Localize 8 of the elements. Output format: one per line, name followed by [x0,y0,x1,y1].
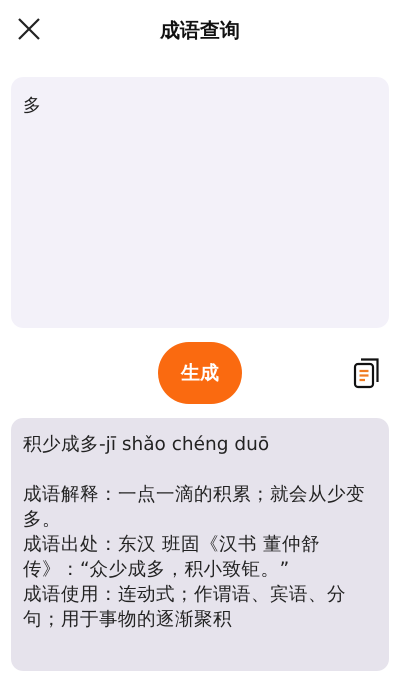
result-text: 成语解释：一点一滴的积累；就会从少变多。 [23,483,366,532]
copy-icon[interactable] [353,357,381,389]
close-icon[interactable] [17,17,41,41]
page-title: 成语查询 [160,16,240,44]
result-text: 积少成多-jī shǎo chéng duō [23,433,270,457]
result-text: 成语出处：东汉 班固《汉书 董仲舒传》：“众少成多，积小致钜。” [23,533,321,582]
input-field[interactable]: 多 [11,77,389,328]
result-text: 成语使用：连动式；作谓语、宾语、分句；用于事物的逐渐聚积 [23,583,347,632]
